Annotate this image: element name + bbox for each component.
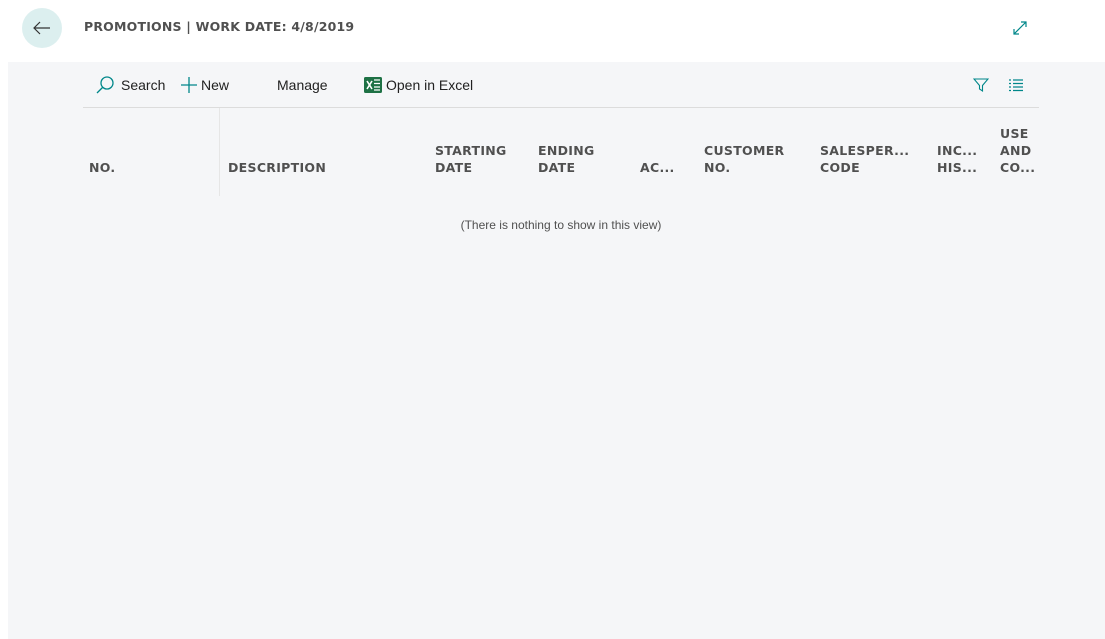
column-header-line: NO. xyxy=(704,160,731,175)
page-title: PROMOTIONS | WORK DATE: 4/8/2019 xyxy=(84,19,355,34)
action-bar: Search New Manage Open in Excel xyxy=(83,62,1039,108)
column-header-line: DATE xyxy=(435,160,473,175)
column-header-customer-no[interactable]: CUSTOMER NO. xyxy=(704,125,784,176)
excel-icon xyxy=(364,76,382,93)
expand-button[interactable] xyxy=(1008,16,1032,40)
empty-list-message: (There is nothing to show in this view) xyxy=(460,218,662,232)
open-in-excel-button[interactable]: Open in Excel xyxy=(364,70,473,100)
column-header-line xyxy=(538,125,595,142)
column-header-line: USE xyxy=(1000,126,1029,141)
new-label: New xyxy=(201,76,230,93)
column-header-line: SALESPER... xyxy=(820,143,910,158)
search-label: Search xyxy=(121,76,166,93)
column-header-salesperson-code[interactable]: SALESPER... CODE xyxy=(820,125,909,176)
column-header-starting-date[interactable]: STARTING DATE xyxy=(435,125,507,176)
column-header-activated[interactable]: AC... xyxy=(640,125,675,176)
arrow-left-icon xyxy=(33,21,50,35)
column-header-line: INC... xyxy=(937,143,978,158)
column-header-line: ENDING xyxy=(538,143,595,158)
column-header-line xyxy=(228,125,326,142)
list-view-icon xyxy=(1009,78,1023,91)
search-button[interactable]: Search xyxy=(95,70,165,100)
column-header-line: CODE xyxy=(820,160,860,175)
page-header: PROMOTIONS | WORK DATE: 4/8/2019 xyxy=(0,0,1105,62)
column-header-line xyxy=(937,125,977,142)
list-view-button[interactable] xyxy=(1008,70,1030,100)
excel-label: Open in Excel xyxy=(386,76,474,93)
column-header-line: NO. xyxy=(89,160,116,175)
expand-diagonal-icon xyxy=(1013,21,1027,35)
column-header-line xyxy=(228,142,326,159)
column-header-use-and-combine[interactable]: USE AND CO... xyxy=(1000,125,1035,176)
column-header-line xyxy=(640,125,675,142)
column-header-no[interactable]: NO. xyxy=(89,125,115,176)
back-button[interactable] xyxy=(22,8,62,48)
column-divider xyxy=(219,108,220,196)
column-header-line xyxy=(704,125,784,142)
search-icon xyxy=(96,75,114,93)
column-header-ending-date[interactable]: ENDING DATE xyxy=(538,125,595,176)
column-header-line: CO... xyxy=(1000,160,1036,175)
manage-button[interactable]: Manage xyxy=(277,70,328,100)
new-button[interactable]: New xyxy=(180,70,229,100)
column-header-include-history[interactable]: INC... HIS... xyxy=(937,125,977,176)
column-header-description[interactable]: DESCRIPTION xyxy=(228,125,326,176)
column-header-line xyxy=(435,125,507,142)
column-header-line: AC... xyxy=(640,160,675,175)
column-header-line: DESCRIPTION xyxy=(228,160,327,175)
manage-label: Manage xyxy=(277,76,328,93)
column-header-line: DATE xyxy=(538,160,576,175)
filter-button[interactable] xyxy=(973,70,995,100)
column-header-line: CUSTOMER xyxy=(704,143,785,158)
column-header-line: HIS... xyxy=(937,160,978,175)
column-header-line: AND xyxy=(1000,143,1032,158)
column-header-line: STARTING xyxy=(435,143,507,158)
column-header-line xyxy=(640,142,675,159)
column-header-line xyxy=(89,125,115,142)
column-header-line xyxy=(820,125,909,142)
filter-icon xyxy=(973,77,989,92)
plus-icon xyxy=(181,76,197,93)
column-header-line xyxy=(89,142,115,159)
